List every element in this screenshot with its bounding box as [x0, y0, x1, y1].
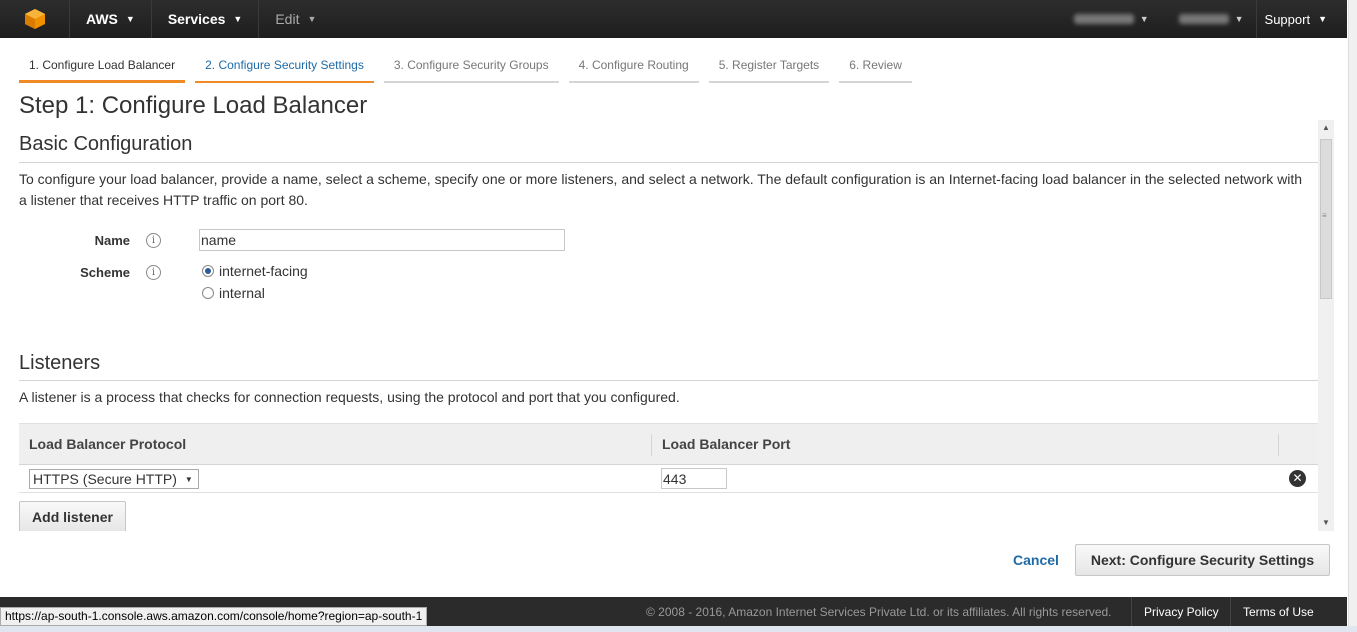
protocol-select[interactable]: HTTPS (Secure HTTP) ▼	[29, 469, 199, 489]
next-button-label: Next: Configure Security Settings	[1090, 552, 1315, 568]
tab-register-targets: 5. Register Targets	[708, 52, 830, 83]
listeners-description: A listener is a process that checks for …	[19, 389, 680, 405]
column-divider	[1278, 434, 1279, 456]
content-scrollbar[interactable]: ▲ ≡ ▼	[1318, 120, 1334, 531]
redacted-username	[1073, 14, 1134, 24]
divider	[19, 162, 1318, 163]
wizard-steps: 1. Configure Load Balancer 2. Configure …	[19, 52, 922, 83]
scheme-option-internet-facing[interactable]: internet-facing	[202, 263, 308, 279]
chevron-down-icon: ▼	[233, 14, 243, 24]
scheme-option-internal[interactable]: internal	[202, 285, 265, 301]
account-menu[interactable]: ▼	[1056, 0, 1161, 38]
page-title: Step 1: Configure Load Balancer	[19, 92, 368, 119]
services-menu[interactable]: Services ▼	[152, 0, 260, 38]
page-scrollbar[interactable]	[1348, 0, 1357, 632]
name-label: Name	[94, 233, 130, 248]
tab-configure-routing: 4. Configure Routing	[568, 52, 699, 83]
column-header-port: Load Balancer Port	[662, 436, 791, 452]
browser-status-url: https://ap-south-1.console.aws.amazon.co…	[0, 607, 428, 626]
top-nav-bar: AWS ▼ Services ▼ Edit ▼ ▼ ▼ Support ▼	[0, 0, 1347, 38]
scheme-option-label: internet-facing	[219, 263, 308, 279]
radio-unchecked-icon[interactable]	[202, 287, 214, 299]
support-menu[interactable]: Support ▼	[1255, 0, 1347, 38]
chevron-down-icon: ▼	[125, 14, 135, 24]
edit-menu-label: Edit	[275, 11, 300, 27]
scroll-down-arrow-icon[interactable]: ▼	[1318, 515, 1334, 531]
add-listener-label: Add listener	[32, 509, 113, 525]
redacted-region	[1178, 14, 1229, 24]
info-icon[interactable]: i	[146, 265, 161, 280]
table-row: HTTPS (Secure HTTP) ▼ ✕	[19, 465, 1318, 493]
aws-cube-logo-icon[interactable]	[0, 0, 70, 38]
info-icon[interactable]: i	[146, 233, 161, 248]
chevron-down-icon: ▼	[1234, 14, 1244, 24]
cancel-button[interactable]: Cancel	[1013, 552, 1059, 568]
scroll-up-arrow-icon[interactable]: ▲	[1318, 120, 1334, 136]
column-header-protocol: Load Balancer Protocol	[29, 436, 187, 452]
chevron-down-icon: ▼	[1139, 14, 1149, 24]
edit-menu[interactable]: Edit ▼	[259, 0, 332, 38]
scheme-label: Scheme	[80, 265, 130, 280]
chevron-down-icon: ▼	[1318, 14, 1327, 24]
scheme-option-label: internal	[219, 285, 265, 301]
port-input[interactable]	[661, 468, 727, 489]
window-bottom-edge	[0, 626, 1357, 632]
terms-of-use-link[interactable]: Terms of Use	[1230, 597, 1326, 626]
chevron-down-icon: ▼	[307, 14, 317, 24]
tab-configure-security-groups: 3. Configure Security Groups	[383, 52, 559, 83]
tab-configure-security-settings[interactable]: 2. Configure Security Settings	[195, 52, 374, 83]
aws-menu[interactable]: AWS ▼	[70, 0, 152, 38]
radio-checked-icon[interactable]	[202, 265, 214, 277]
add-listener-button[interactable]: Add listener	[19, 501, 126, 531]
listeners-heading: Listeners	[19, 352, 101, 374]
chevron-down-icon: ▼	[184, 474, 193, 484]
privacy-policy-link[interactable]: Privacy Policy	[1131, 597, 1231, 626]
column-divider	[651, 434, 652, 456]
divider	[19, 380, 1318, 381]
listeners-table-header: Load Balancer Protocol Load Balancer Por…	[19, 423, 1318, 465]
protocol-select-value: HTTPS (Secure HTTP)	[33, 471, 177, 487]
name-input[interactable]	[199, 229, 565, 251]
scrollbar-grip-icon: ≡	[1322, 211, 1327, 220]
tab-configure-load-balancer[interactable]: 1. Configure Load Balancer	[19, 52, 186, 83]
support-menu-label: Support	[1264, 11, 1311, 27]
basic-configuration-description: To configure your load balancer, provide…	[19, 171, 1303, 208]
copyright-text: © 2008 - 2016, Amazon Internet Services …	[646, 605, 1112, 619]
next-configure-security-settings-button[interactable]: Next: Configure Security Settings	[1075, 544, 1330, 576]
content-panel: Basic Configuration To configure your lo…	[19, 125, 1318, 531]
aws-menu-label: AWS	[86, 11, 118, 27]
remove-listener-icon[interactable]: ✕	[1289, 470, 1306, 487]
basic-configuration-heading: Basic Configuration	[19, 133, 193, 155]
region-menu[interactable]: ▼	[1161, 0, 1256, 38]
tab-review: 6. Review	[839, 52, 912, 83]
services-menu-label: Services	[167, 11, 226, 27]
